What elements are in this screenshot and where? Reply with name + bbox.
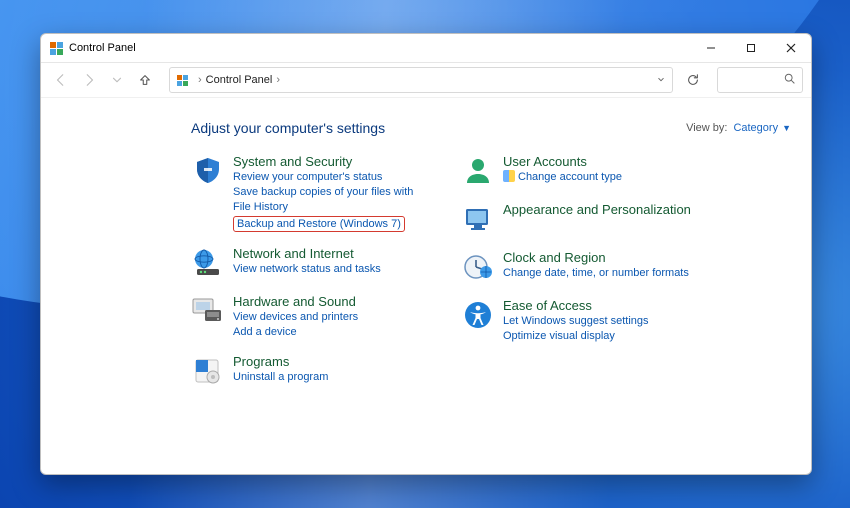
link-change-account-type[interactable]: Change account type bbox=[503, 170, 622, 185]
link-backup-restore-win7[interactable]: Backup and Restore (Windows 7) bbox=[233, 216, 405, 232]
chevron-right-icon: › bbox=[198, 74, 202, 86]
chevron-right-icon: › bbox=[276, 74, 280, 86]
forward-button[interactable] bbox=[77, 68, 101, 92]
back-button[interactable] bbox=[49, 68, 73, 92]
view-by-value: Category bbox=[733, 122, 778, 134]
nav-row: › Control Panel › bbox=[41, 63, 811, 98]
category-title-programs[interactable]: Programs bbox=[233, 354, 328, 369]
uac-shield-icon bbox=[503, 170, 515, 182]
window-controls bbox=[691, 34, 811, 62]
category-programs: ProgramsUninstall a program bbox=[191, 354, 431, 388]
breadcrumb-root[interactable]: Control Panel bbox=[206, 74, 273, 86]
link-date-time-formats[interactable]: Change date, time, or number formats bbox=[503, 266, 689, 281]
view-by-dropdown[interactable]: Category ▼ bbox=[733, 122, 791, 134]
address-dropdown-icon[interactable] bbox=[656, 74, 666, 87]
up-button[interactable] bbox=[133, 68, 157, 92]
view-by: View by: Category ▼ bbox=[686, 122, 791, 134]
page-heading: Adjust your computer's settings bbox=[191, 120, 385, 136]
window-title: Control Panel bbox=[69, 42, 136, 54]
category-title-ease-of-access[interactable]: Ease of Access bbox=[503, 298, 649, 313]
category-title-user-accounts[interactable]: User Accounts bbox=[503, 154, 622, 169]
category-title-hardware-and-sound[interactable]: Hardware and Sound bbox=[233, 294, 358, 309]
minimize-button[interactable] bbox=[691, 34, 731, 62]
programs-icon bbox=[191, 354, 225, 388]
close-button[interactable] bbox=[771, 34, 811, 62]
search-box[interactable] bbox=[717, 67, 803, 93]
hardware-and-sound-icon bbox=[191, 294, 225, 328]
category-columns: System and SecurityReview your computer'… bbox=[191, 154, 791, 402]
category-user-accounts: User AccountsChange account type bbox=[461, 154, 701, 188]
link-devices-printers[interactable]: View devices and printers bbox=[233, 310, 358, 325]
category-network-and-internet: Network and InternetView network status … bbox=[191, 246, 431, 280]
link-uninstall-program[interactable]: Uninstall a program bbox=[233, 370, 328, 385]
ease-of-access-icon bbox=[461, 298, 495, 332]
link-optimize-visual[interactable]: Optimize visual display bbox=[503, 329, 649, 344]
maximize-button[interactable] bbox=[731, 34, 771, 62]
link-add-device[interactable]: Add a device bbox=[233, 325, 358, 340]
recent-locations-button[interactable] bbox=[105, 68, 129, 92]
category-title-appearance-and-personalization[interactable]: Appearance and Personalization bbox=[503, 202, 691, 217]
user-accounts-icon bbox=[461, 154, 495, 188]
category-system-and-security: System and SecurityReview your computer'… bbox=[191, 154, 431, 232]
link-file-history[interactable]: Save backup copies of your files with Fi… bbox=[233, 185, 431, 215]
desktop-background: Control Panel bbox=[0, 0, 850, 508]
link-network-status[interactable]: View network status and tasks bbox=[233, 262, 381, 277]
system-and-security-icon bbox=[191, 154, 225, 188]
breadcrumb-cp-icon bbox=[176, 74, 188, 86]
category-clock-and-region: Clock and RegionChange date, time, or nu… bbox=[461, 250, 701, 284]
category-hardware-and-sound: Hardware and SoundView devices and print… bbox=[191, 294, 431, 340]
address-bar[interactable]: › Control Panel › bbox=[169, 67, 673, 93]
control-panel-window: Control Panel bbox=[40, 33, 812, 475]
link-suggest-settings[interactable]: Let Windows suggest settings bbox=[503, 314, 649, 329]
chevron-down-icon: ▼ bbox=[782, 123, 791, 133]
category-ease-of-access: Ease of AccessLet Windows suggest settin… bbox=[461, 298, 701, 344]
category-appearance-and-personalization: Appearance and Personalization bbox=[461, 202, 701, 236]
link-review-status[interactable]: Review your computer's status bbox=[233, 170, 431, 185]
right-column: User AccountsChange account type Appearan… bbox=[461, 154, 701, 402]
refresh-button[interactable] bbox=[681, 68, 705, 92]
category-title-clock-and-region[interactable]: Clock and Region bbox=[503, 250, 689, 265]
content-area: Adjust your computer's settings View by:… bbox=[41, 98, 811, 474]
left-column: System and SecurityReview your computer'… bbox=[191, 154, 431, 402]
control-panel-icon bbox=[49, 41, 63, 55]
appearance-and-personalization-icon bbox=[461, 202, 495, 236]
titlebar: Control Panel bbox=[41, 34, 811, 63]
category-title-system-and-security[interactable]: System and Security bbox=[233, 154, 431, 169]
network-and-internet-icon bbox=[191, 246, 225, 280]
search-icon bbox=[783, 72, 796, 88]
category-title-network-and-internet[interactable]: Network and Internet bbox=[233, 246, 381, 261]
clock-and-region-icon bbox=[461, 250, 495, 284]
view-by-label: View by: bbox=[686, 122, 727, 134]
